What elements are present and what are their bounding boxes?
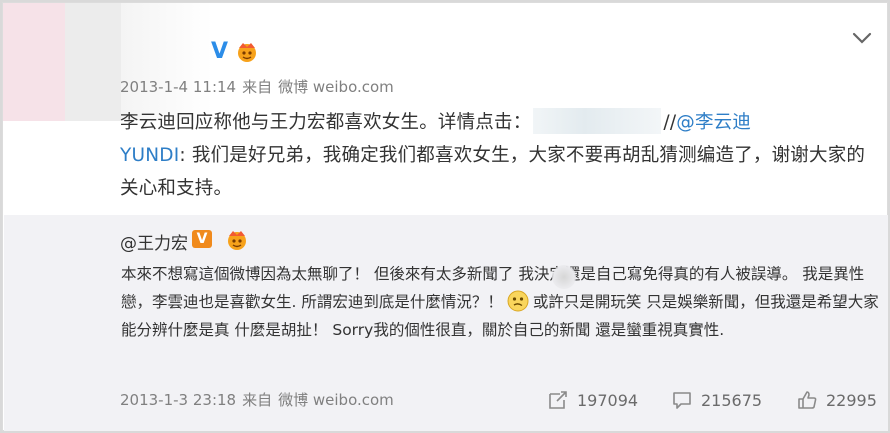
post-url-suffix: // — [663, 112, 677, 133]
blurred-url-link[interactable] — [533, 108, 662, 134]
confused-face-emoji-icon — [507, 290, 529, 312]
repost-author-link[interactable]: @王力宏 — [120, 229, 188, 254]
crown-icon — [228, 231, 246, 250]
post-text-body: : 我们是好兄弟，我确定我们都喜欢女生，大家不要再胡乱猜测编造了，谢谢大家的关心… — [120, 145, 866, 199]
post-meta: 2013-1-4 11:14 来自 微博 weibo.com — [120, 76, 400, 97]
mention-link-liyundi-cont[interactable]: YUNDI — [120, 145, 179, 166]
like-count: 22995 — [826, 390, 877, 410]
blurred-avatar-and-username[interactable] — [3, 3, 213, 121]
repost-text: 本來不想寫這個微博因為太無聊了！ 但後來有太多新聞了 我決定還是自己寫免得真的有… — [121, 260, 881, 344]
verified-v-badge: V — [192, 230, 212, 248]
post-text-intro: 李云迪回应称他与王力宏都喜欢女生。详情点击： — [120, 112, 532, 133]
post-text: 李云迪回应称他与王力宏都喜欢女生。详情点击： //@李云迪 YUNDI: 我们是好兄… — [120, 106, 880, 205]
weibo-post-card: V 2013-1-4 11:14 来自 微博 weibo.com 李云迪回应称他与王… — [2, 2, 888, 431]
mention-link-liyundi[interactable]: @李云迪 — [676, 112, 751, 133]
repost-icon — [549, 391, 567, 409]
repost-button[interactable]: 197094 — [547, 387, 638, 413]
comment-icon — [673, 392, 691, 409]
repost-count: 197094 — [577, 390, 639, 410]
post-source[interactable]: 微博 weibo.com — [278, 78, 394, 96]
loading-spinner-icon — [552, 265, 576, 289]
vip-badge: V — [211, 39, 229, 64]
crown-icon — [238, 43, 256, 62]
like-button[interactable]: 22995 — [796, 387, 877, 413]
comment-button[interactable]: 215675 — [671, 387, 762, 413]
post-time[interactable]: 2013-1-4 11:14 — [120, 78, 236, 96]
post-from-label: 来自 — [242, 78, 273, 96]
reposted-weibo: @王力宏 V 本來不想寫這個微博因為太無聊了！ 但後來有太多新聞了 我決定還是自… — [4, 215, 888, 431]
thumbs-up-icon — [798, 391, 817, 409]
repost-actions: 197094 215675 22995 — [4, 387, 888, 413]
chevron-down-icon[interactable] — [851, 31, 873, 45]
comment-count: 215675 — [701, 390, 763, 410]
